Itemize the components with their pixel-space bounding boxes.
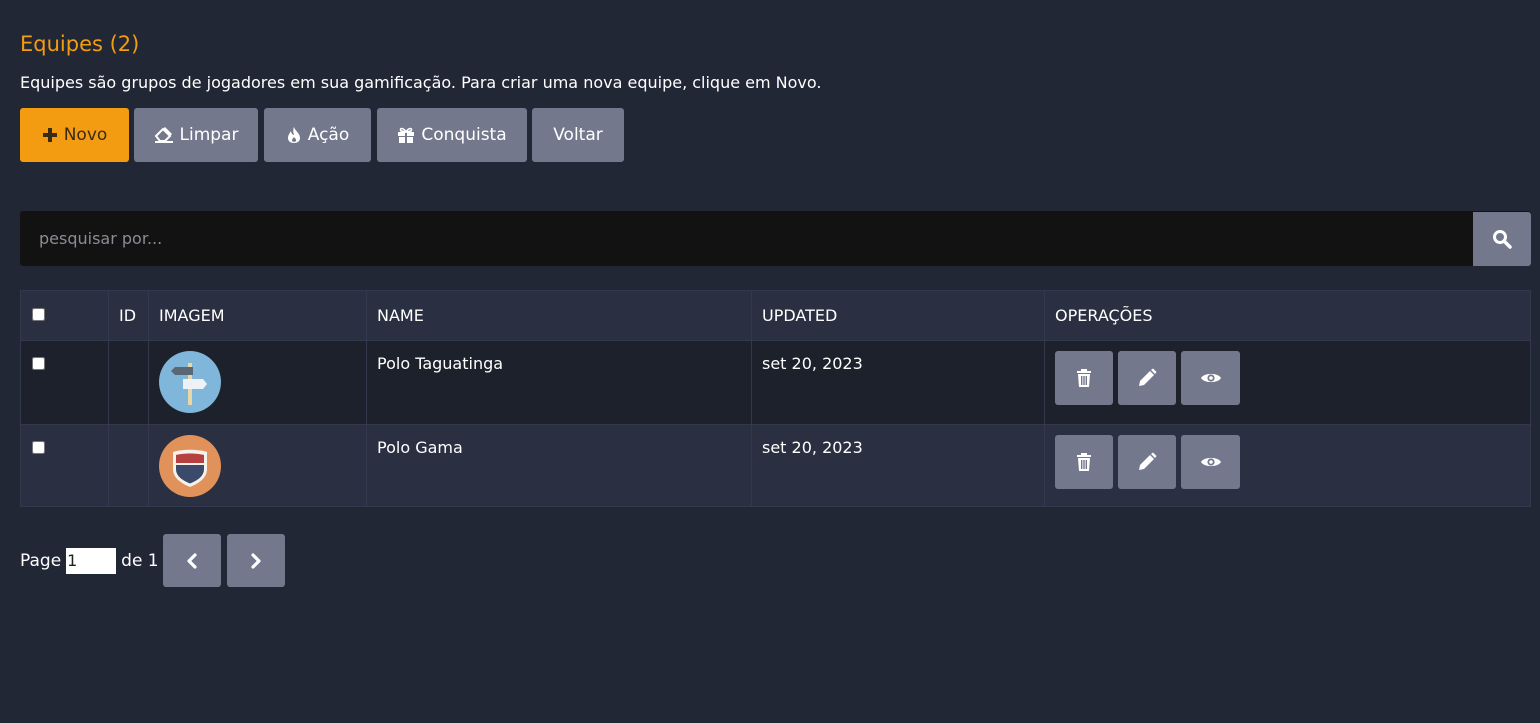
row-operations-cell — [1044, 424, 1531, 507]
row-name-cell: Polo Taguatinga — [366, 340, 752, 425]
clear-button-label: Limpar — [179, 125, 239, 145]
row-operations-cell — [1044, 340, 1531, 425]
row-id-cell — [108, 340, 149, 425]
gift-icon — [398, 127, 415, 143]
page-title: Equipes (2) — [20, 32, 140, 56]
pencil-icon — [1139, 368, 1157, 386]
header-select-cell — [20, 290, 109, 341]
achievement-button-label: Conquista — [421, 125, 507, 145]
search-bar — [20, 211, 1531, 266]
view-button[interactable] — [1181, 435, 1240, 489]
trash-icon — [1077, 453, 1091, 471]
search-button[interactable] — [1473, 212, 1531, 266]
signpost-icon — [159, 351, 221, 413]
teams-table: ID IMAGEM NAME UPDATED OPERAÇÕES Polo Ta… — [20, 290, 1531, 507]
shield-badge-icon — [159, 435, 221, 497]
row-select-cell — [20, 424, 109, 507]
header-id[interactable]: ID — [108, 290, 149, 341]
back-button[interactable]: Voltar — [532, 108, 624, 162]
delete-button[interactable] — [1055, 435, 1113, 489]
row-checkbox[interactable] — [32, 441, 45, 454]
delete-button[interactable] — [1055, 351, 1113, 405]
table-row: Polo Gama set 20, 2023 — [20, 424, 1531, 507]
edit-button[interactable] — [1118, 435, 1176, 489]
fire-icon — [287, 127, 300, 143]
eye-icon — [1200, 457, 1221, 467]
edit-button[interactable] — [1118, 351, 1176, 405]
page: Equipes (2) Equipes são grupos de jogado… — [0, 0, 1540, 723]
header-name[interactable]: NAME — [366, 290, 752, 341]
action-button-label: Ação — [307, 125, 350, 145]
row-select-cell — [20, 340, 109, 425]
pencil-icon — [1139, 452, 1157, 470]
row-image-cell — [148, 424, 367, 507]
row-updated-cell: set 20, 2023 — [751, 424, 1045, 507]
row-operations — [1055, 351, 1520, 405]
header-updated[interactable]: UPDATED — [751, 290, 1045, 341]
row-checkbox[interactable] — [32, 357, 45, 370]
table-header-row: ID IMAGEM NAME UPDATED OPERAÇÕES — [20, 290, 1531, 341]
chevron-left-icon — [187, 552, 197, 569]
previous-page-button[interactable] — [162, 534, 221, 587]
pagination: Page de 1 — [20, 534, 285, 587]
plus-icon — [42, 128, 57, 142]
view-button[interactable] — [1181, 351, 1240, 405]
page-total-label: de 1 — [121, 550, 159, 571]
search-icon — [1493, 230, 1512, 249]
row-id-cell — [108, 424, 149, 507]
trash-icon — [1077, 369, 1091, 387]
new-button[interactable]: Novo — [20, 108, 129, 162]
page-label: Page — [20, 550, 62, 571]
select-all-checkbox[interactable] — [32, 308, 45, 321]
chevron-right-icon — [251, 552, 261, 569]
achievement-button[interactable]: Conquista — [377, 108, 527, 162]
new-button-label: Novo — [63, 125, 108, 145]
next-page-button[interactable] — [226, 534, 285, 587]
header-operations: OPERAÇÕES — [1044, 290, 1531, 341]
eye-icon — [1200, 373, 1221, 383]
row-image-cell — [148, 340, 367, 425]
header-image[interactable]: IMAGEM — [148, 290, 367, 341]
row-updated-cell: set 20, 2023 — [751, 340, 1045, 425]
back-button-label: Voltar — [553, 125, 603, 145]
eraser-icon — [154, 127, 173, 143]
row-name-cell: Polo Gama — [366, 424, 752, 507]
page-description: Equipes são grupos de jogadores em sua g… — [20, 73, 822, 92]
action-button[interactable]: Ação — [264, 108, 371, 162]
clear-button[interactable]: Limpar — [134, 108, 258, 162]
search-input[interactable] — [20, 211, 1473, 266]
page-number-input[interactable] — [66, 547, 117, 574]
row-operations — [1055, 435, 1520, 489]
table-row: Polo Taguatinga set 20, 2023 — [20, 340, 1531, 425]
